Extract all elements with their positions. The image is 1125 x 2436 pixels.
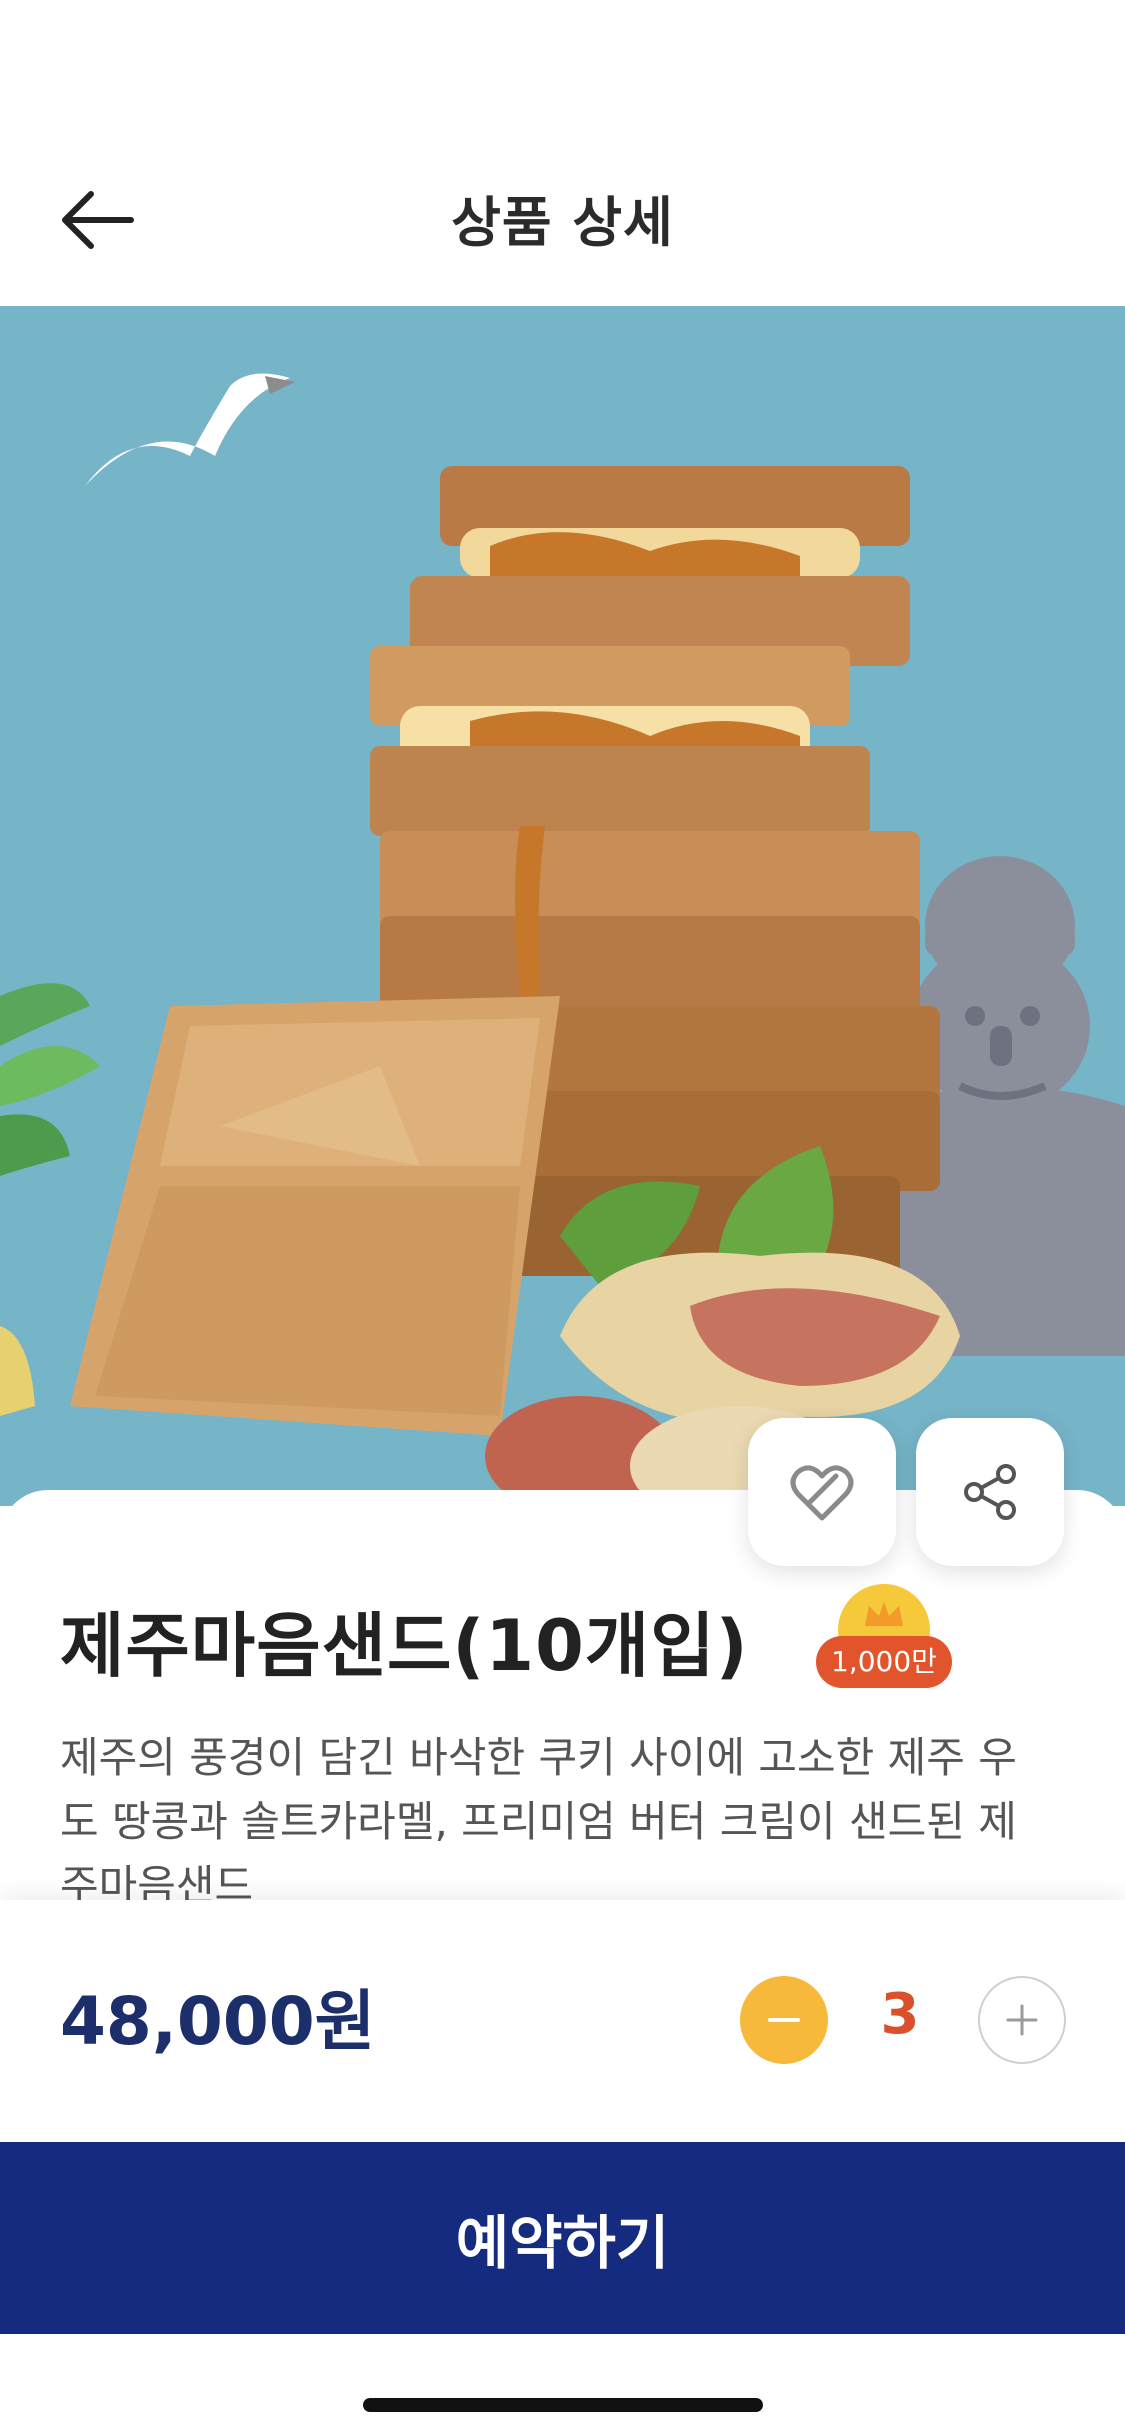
- product-description: 제주의 풍경이 담긴 바삭한 쿠키 사이에 고소한 제주 우도 땅콩과 솔트카라…: [60, 1733, 1017, 1910]
- product-illustration: [0, 373, 1125, 1506]
- heart-outline-icon: [790, 1465, 854, 1521]
- minus-icon: [768, 2018, 800, 2022]
- sales-badge: 1,000만: [816, 1584, 952, 1694]
- share-icon: [964, 1464, 1016, 1520]
- home-indicator[interactable]: [363, 2398, 763, 2412]
- reserve-button[interactable]: 예약하기: [0, 2142, 1125, 2334]
- product-name: 제주마음샌드(10개입): [60, 1605, 749, 1687]
- product-image: [0, 306, 1125, 1506]
- header: 상품 상세: [0, 0, 1125, 306]
- quantity-plus-button[interactable]: [978, 1976, 1066, 2064]
- page-title: 상품 상세: [451, 191, 674, 254]
- share-button[interactable]: [916, 1418, 1064, 1566]
- plus-icon: [1006, 2004, 1038, 2036]
- like-button[interactable]: [748, 1418, 896, 1566]
- crown-icon: [865, 1602, 903, 1626]
- quantity-minus-button[interactable]: [740, 1976, 828, 2064]
- quantity-value: 3: [880, 1982, 920, 2047]
- badge-label: 1,000만: [816, 1636, 952, 1688]
- product-price: 48,000원: [60, 1983, 376, 2060]
